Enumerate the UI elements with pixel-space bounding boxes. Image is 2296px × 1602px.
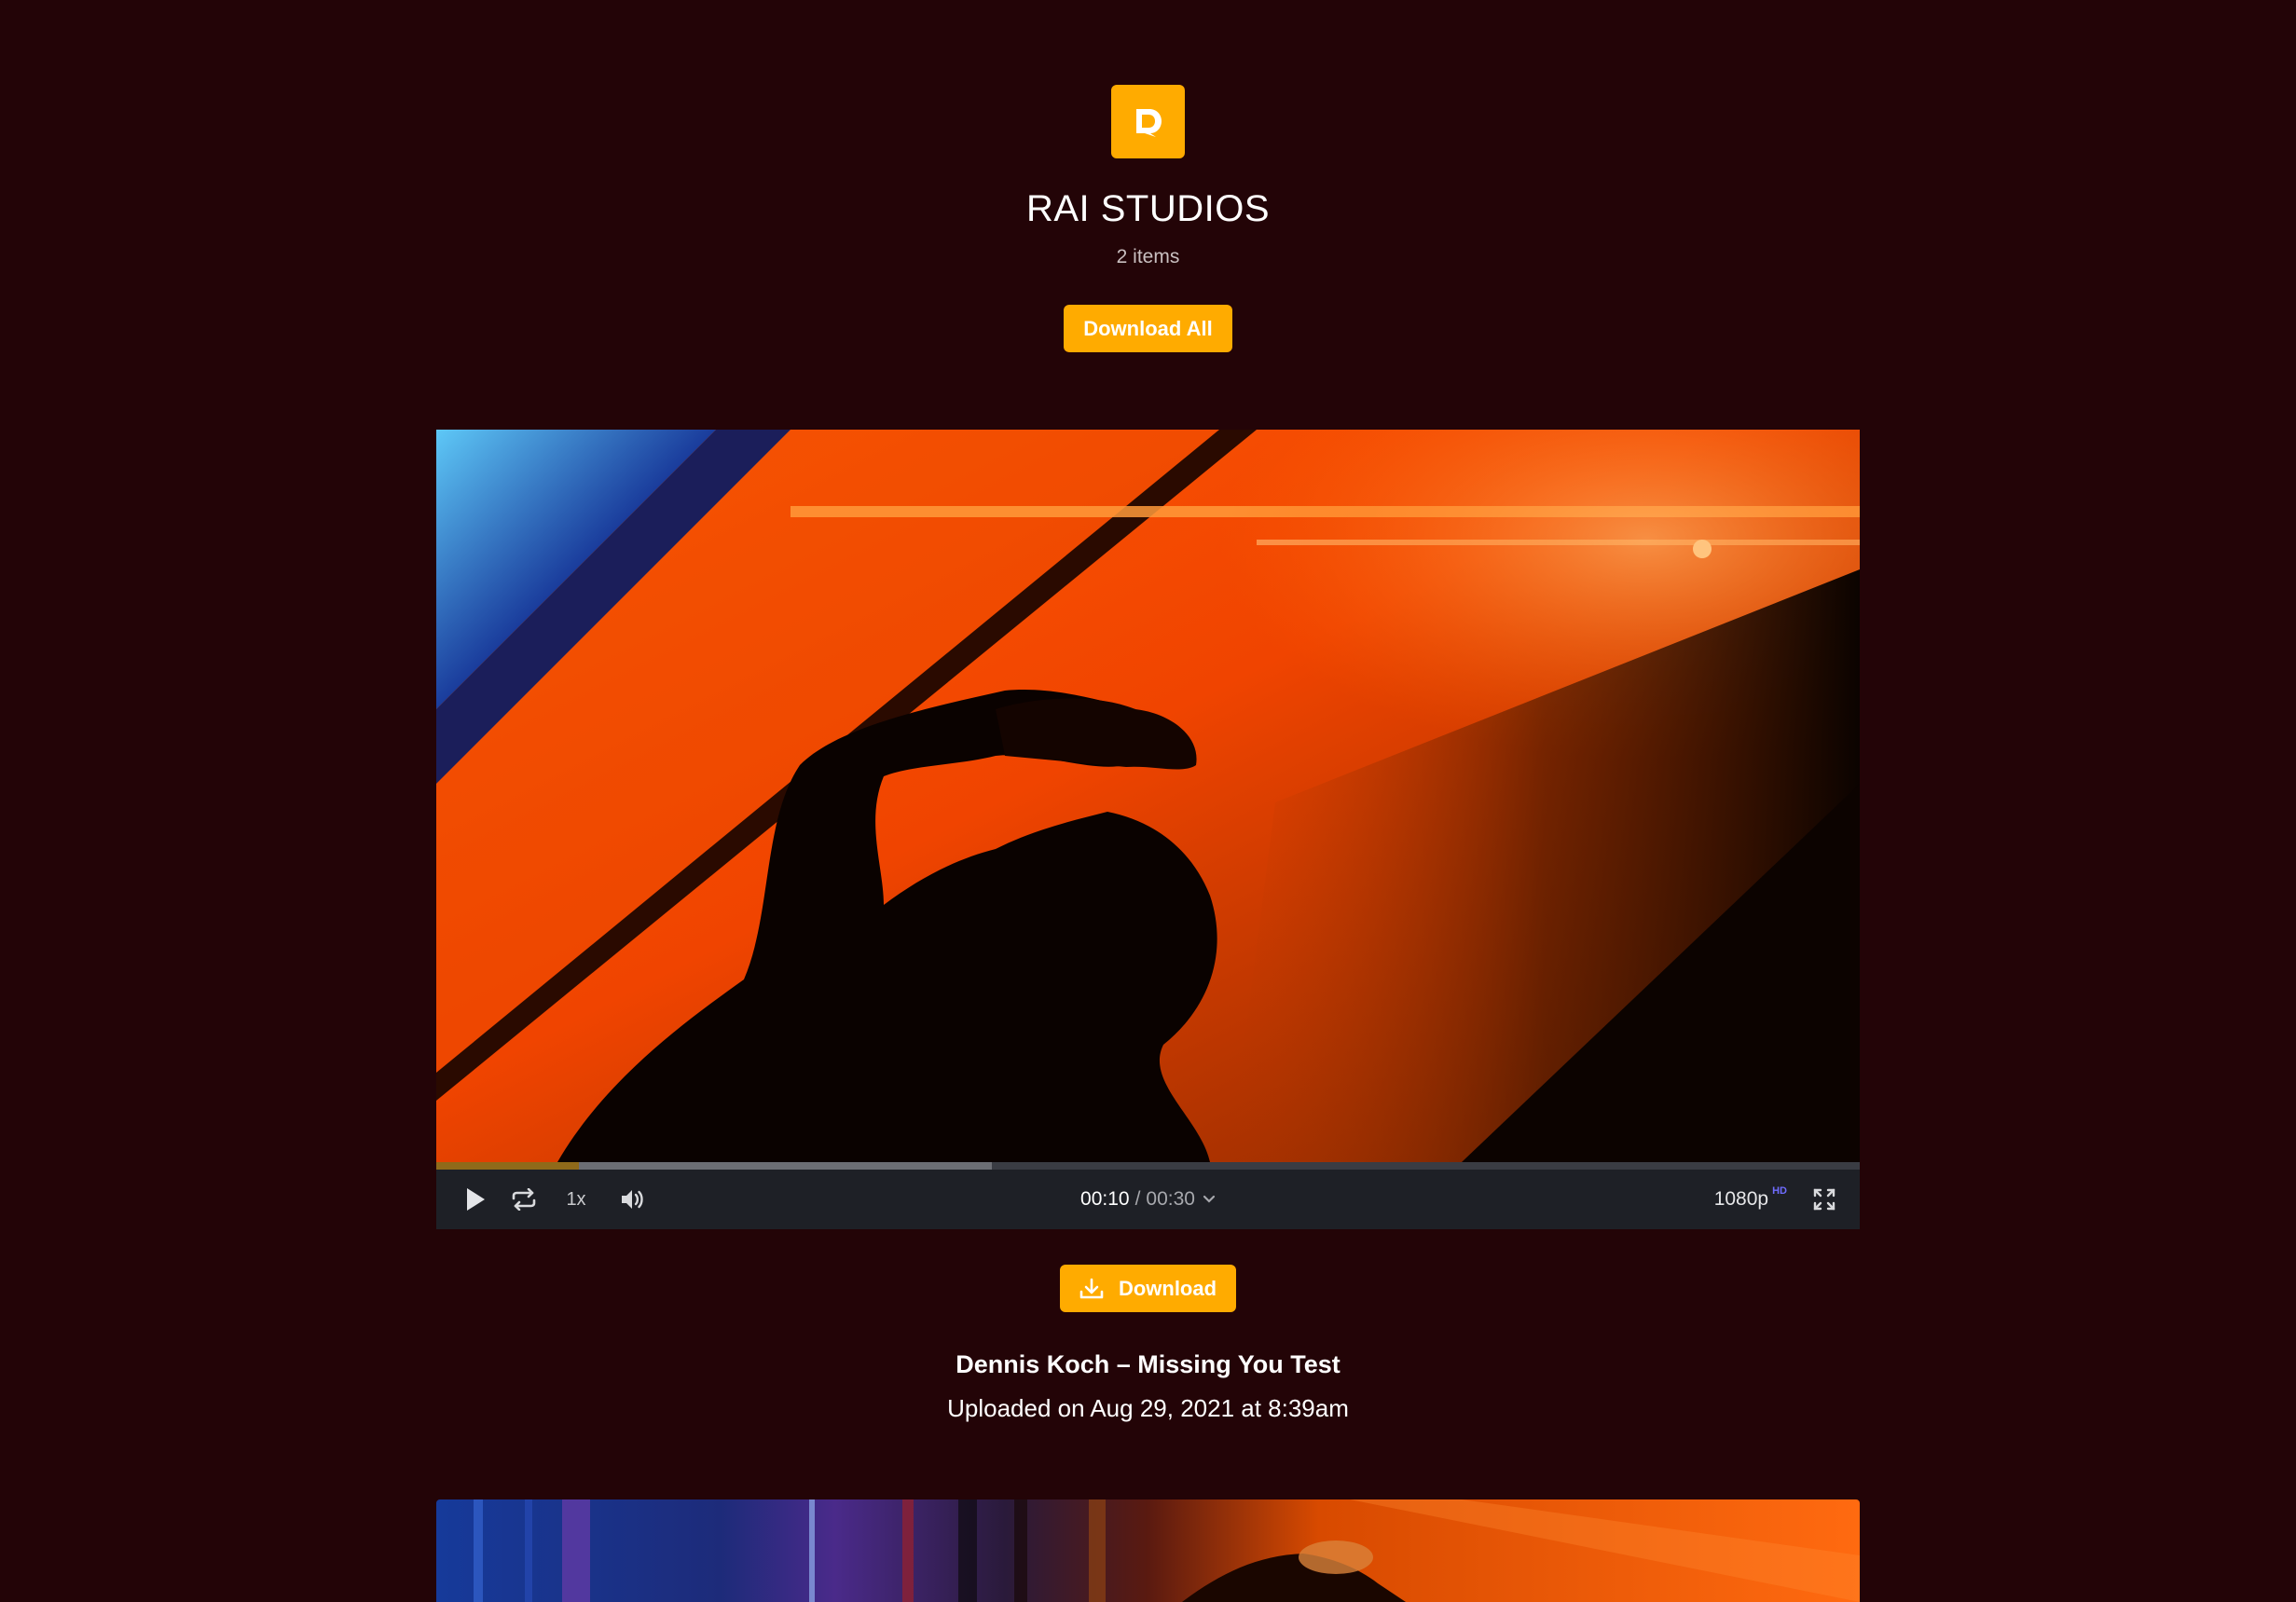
playback-speed-button[interactable]: 1x xyxy=(557,1170,595,1229)
chat-bubble-d-icon xyxy=(1135,108,1162,137)
player-controls: 1x 00:10 / 00:30 1080p HD xyxy=(436,1170,1860,1229)
time-format-toggle[interactable] xyxy=(1203,1195,1216,1204)
fullscreen-icon xyxy=(1813,1188,1835,1211)
studio-title: RAI STUDIOS xyxy=(1025,188,1271,229)
progress-bar[interactable] xyxy=(436,1162,1860,1170)
video-frame[interactable] xyxy=(436,430,1860,1162)
chevron-down-icon xyxy=(1203,1195,1216,1203)
quality-label: 1080p xyxy=(1713,1188,1769,1210)
progress-played xyxy=(436,1162,579,1170)
time-separator: / xyxy=(1134,1188,1141,1210)
quality-selector[interactable]: 1080p HD xyxy=(1714,1170,1787,1229)
hd-badge: HD xyxy=(1772,1185,1787,1197)
video-still-image xyxy=(436,430,1860,1162)
volume-icon xyxy=(622,1190,643,1209)
download-all-button[interactable]: Download All xyxy=(1064,305,1232,352)
volume-button[interactable] xyxy=(613,1170,651,1229)
loop-icon xyxy=(512,1188,536,1211)
play-button[interactable] xyxy=(457,1170,494,1229)
loop-button[interactable] xyxy=(503,1170,544,1229)
current-time: 00:10 xyxy=(1080,1188,1130,1210)
share-page: RAI STUDIOS 2 items Download All 1x 00:1… xyxy=(0,0,2296,1602)
video-preview-2[interactable] xyxy=(436,1499,1860,1602)
download-icon xyxy=(1079,1278,1104,1298)
download-button-label: Download xyxy=(1118,1276,1217,1300)
fullscreen-button[interactable] xyxy=(1808,1170,1840,1229)
video-still-image-2 xyxy=(436,1499,1860,1602)
download-button[interactable]: Download xyxy=(1060,1265,1236,1312)
total-time: 00:30 xyxy=(1146,1188,1195,1210)
item-count: 2 items xyxy=(1116,246,1180,267)
video-player[interactable]: 1x 00:10 / 00:30 1080p HD xyxy=(436,430,1860,1229)
upload-date: Uploaded on Aug 29, 2021 at 8:39am xyxy=(947,1394,1349,1422)
video-title: Dennis Koch – Missing You Test xyxy=(956,1350,1340,1378)
play-icon xyxy=(467,1188,485,1211)
brand-logo xyxy=(1111,85,1185,158)
